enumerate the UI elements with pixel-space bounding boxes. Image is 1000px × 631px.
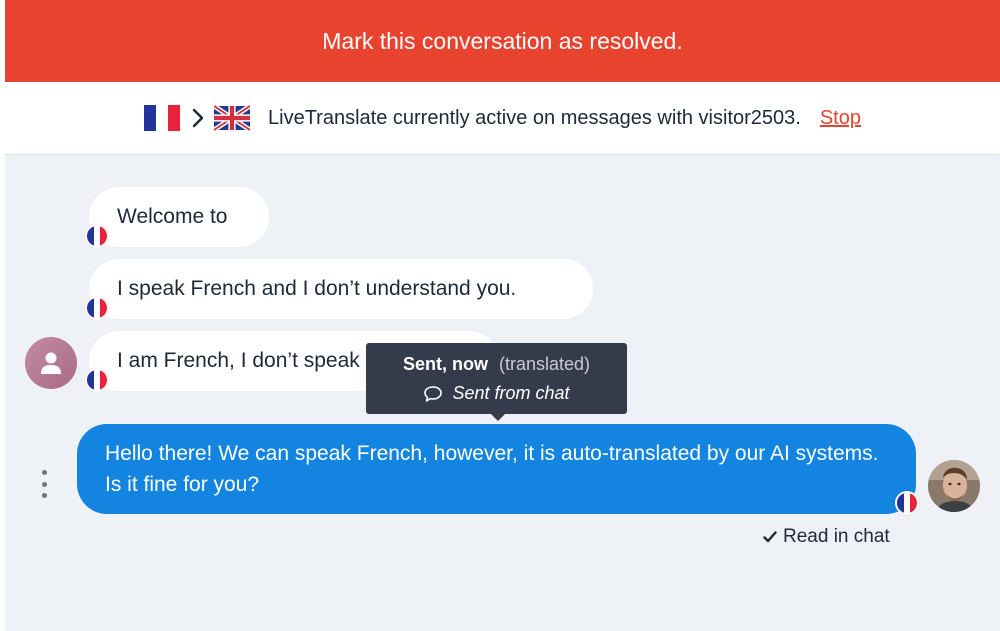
- visitor-avatar[interactable]: [25, 337, 77, 389]
- stop-translate-link[interactable]: Stop: [820, 107, 861, 130]
- read-status-label: Read in chat: [783, 526, 890, 547]
- france-flag-icon: [85, 224, 109, 248]
- visitor-message: Welcome to: [89, 187, 269, 247]
- user-icon: [41, 352, 61, 374]
- live-translate-message: LiveTranslate currently active on messag…: [268, 106, 801, 129]
- agent-avatar[interactable]: [928, 460, 980, 512]
- message-info-tooltip: Sent, now (translated) Sent from chat: [366, 343, 627, 421]
- france-flag-icon: [144, 105, 180, 131]
- france-flag-icon: [85, 296, 109, 320]
- message-text: Hello there! We can speak French, howeve…: [105, 442, 879, 496]
- speech-bubble-icon: [423, 385, 443, 403]
- mark-resolved-label: Mark this conversation as resolved.: [322, 27, 683, 54]
- message-text: I speak French and I don’t understand yo…: [117, 277, 517, 300]
- message-text: Welcome to: [117, 205, 228, 228]
- live-translate-bar: LiveTranslate currently active on messag…: [5, 82, 1000, 155]
- message-options-icon[interactable]: [36, 470, 52, 498]
- checkmark-icon: [763, 531, 777, 543]
- uk-flag-icon: [214, 105, 250, 131]
- translated-label: (translated): [498, 354, 591, 374]
- source-label: Sent from chat: [452, 383, 570, 403]
- chevron-right-icon: [192, 108, 204, 128]
- agent-message: Hello there! We can speak French, howeve…: [77, 424, 916, 514]
- sent-time-label: Sent, now: [402, 354, 488, 374]
- mark-resolved-button[interactable]: Mark this conversation as resolved.: [5, 0, 1000, 82]
- read-status: Read in chat: [763, 526, 890, 548]
- visitor-message: I speak French and I don’t understand yo…: [89, 259, 593, 319]
- france-flag-icon: [85, 368, 109, 392]
- france-flag-icon: [895, 491, 919, 515]
